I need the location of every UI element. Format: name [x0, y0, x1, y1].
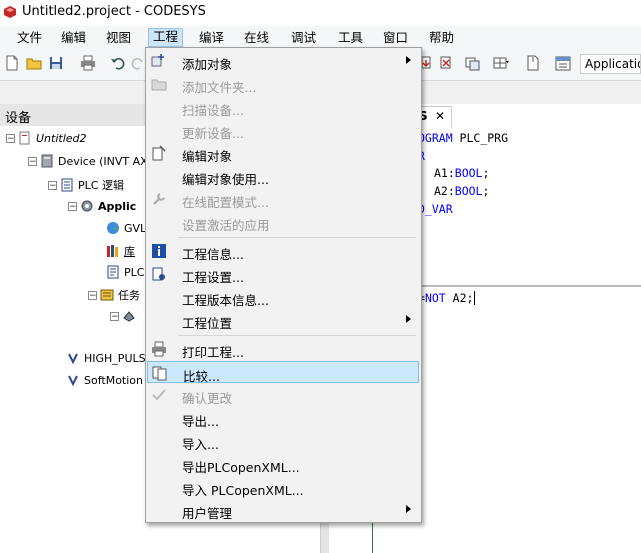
menu-build[interactable]: 编译 [195, 29, 228, 46]
tree-node-device[interactable]: − Device (INVT AX [28, 154, 148, 168]
new-file-icon[interactable] [4, 55, 20, 71]
submenu-arrow-icon [406, 56, 411, 64]
menu-item-scan-devices[interactable]: 扫描设备... [147, 96, 419, 118]
tree-node-high-pulse[interactable]: HIGH_PULS [66, 351, 146, 365]
application-gear-icon [81, 200, 93, 212]
menu-item-export[interactable]: 导出... [147, 407, 419, 429]
tree-node-gvl[interactable]: GVL [106, 221, 146, 235]
menu-tools[interactable]: 工具 [334, 29, 367, 46]
menu-view[interactable]: 视图 [102, 29, 135, 46]
menu-item-edit-object-with[interactable]: 编辑对象使用... [147, 165, 419, 187]
menu-item-add-object[interactable]: 添加对象 [147, 50, 419, 72]
project-menu-dropdown: 添加对象 添加文件夹... 扫描设备... 更新设备... 编辑对象 编辑对象使… [145, 47, 422, 523]
menu-item-compare[interactable]: 比较... [147, 361, 419, 384]
confirm-check-icon [152, 389, 166, 401]
menu-item-import[interactable]: 导入... [147, 430, 419, 452]
menu-item-export-plcopenxml[interactable]: 导出PLCopenXML... [147, 453, 419, 475]
wrench-icon [153, 193, 165, 205]
tree-node-plc-logic[interactable]: − PLC 逻辑 [48, 177, 124, 193]
window-title: Untitled2.project - CODESYS [22, 4, 206, 19]
folder-icon [151, 79, 167, 91]
task-config-icon [100, 289, 114, 301]
menu-item-project-settings[interactable]: 工程设置... [147, 263, 419, 285]
codesys-logo-icon [4, 6, 16, 18]
device-icon [41, 154, 53, 168]
settings-document-icon [152, 267, 165, 281]
menu-item-confirm-changes[interactable]: 确认更改 [147, 384, 419, 406]
plc-logic-icon [61, 178, 73, 192]
edit-object-icon [152, 145, 166, 161]
menu-bar: 文件 编辑 视图 工程 编译 在线 调试 工具 窗口 帮助 [0, 26, 641, 48]
task-icon [123, 311, 135, 322]
code-line-a2: A2:BOOL; [434, 184, 490, 198]
reset-icon[interactable] [438, 55, 454, 71]
tree-node-library[interactable]: 库 [106, 243, 135, 259]
menu-window[interactable]: 窗口 [379, 29, 412, 46]
tree-node-plc-prg[interactable]: PLC [106, 265, 144, 279]
menu-debug[interactable]: 调试 [287, 29, 320, 46]
collapse-icon[interactable]: − [110, 311, 119, 321]
device-panel-title: 设备 [5, 111, 32, 126]
open-folder-icon[interactable] [26, 55, 42, 71]
copy-window-icon[interactable] [465, 55, 481, 71]
pou-document-icon [107, 265, 119, 279]
active-application-combo[interactable]: Applicatio [580, 54, 641, 74]
tree-node-softmotion[interactable]: SoftMotion [66, 373, 143, 387]
title-bar: Untitled2.project - CODESYS [0, 0, 641, 26]
globe-icon [107, 222, 119, 234]
menu-item-project-version[interactable]: 工程版本信息... [147, 286, 419, 308]
menu-item-import-plcopenxml[interactable]: 导入 PLCopenXML... [147, 476, 419, 498]
submenu-arrow-icon [406, 505, 411, 513]
collapse-icon[interactable]: − [48, 180, 57, 190]
undo-icon[interactable] [110, 55, 126, 71]
menu-help[interactable]: 帮助 [425, 29, 458, 46]
softmotion-icon [68, 375, 78, 387]
library-books-icon [107, 245, 118, 257]
code-line-a1: A1:BOOL; [434, 166, 490, 180]
save-icon[interactable] [48, 55, 64, 71]
print-icon [152, 341, 166, 357]
menu-item-update-device[interactable]: 更新设备... [147, 119, 419, 141]
info-icon [152, 244, 166, 258]
collapse-icon[interactable]: − [88, 290, 97, 300]
page-icon[interactable] [525, 55, 541, 71]
menu-separator [178, 335, 416, 336]
submenu-arrow-icon [406, 315, 411, 323]
project-icon [19, 131, 30, 145]
menu-edit[interactable]: 编辑 [57, 29, 90, 46]
add-object-icon [151, 54, 164, 67]
collapse-icon[interactable]: − [6, 133, 15, 143]
close-tab-icon[interactable]: ✕ [435, 109, 445, 123]
menu-item-project-info[interactable]: 工程信息... [147, 240, 419, 262]
tree-node-project[interactable]: − Untitled2 [6, 131, 87, 145]
code-line-program: OGRAM PLC_PRG [418, 131, 509, 145]
tree-node-task-config[interactable]: − 任务 [88, 287, 140, 303]
menu-online[interactable]: 在线 [240, 29, 273, 46]
code-line-end-var: D_VAR [418, 202, 453, 216]
collapse-icon[interactable]: − [28, 156, 37, 166]
collapse-icon[interactable]: − [68, 201, 77, 211]
redo-icon[interactable] [130, 55, 146, 71]
menu-item-set-active-app[interactable]: 设置激活的应用 [147, 211, 419, 233]
compare-icon [152, 366, 167, 381]
menu-item-project-location[interactable]: 工程位置 [147, 309, 419, 331]
tree-node-application[interactable]: − Applic [68, 199, 136, 213]
calendar-icon[interactable] [555, 55, 571, 71]
menu-item-online-config-mode[interactable]: 在线配置模式... [147, 188, 419, 210]
menu-separator [178, 237, 416, 238]
menu-item-edit-object[interactable]: 编辑对象 [147, 142, 419, 164]
menu-file[interactable]: 文件 [13, 29, 46, 46]
menu-item-user-management[interactable]: 用户管理 [147, 499, 419, 521]
tree-node-task[interactable]: − [110, 309, 140, 323]
code-line-body: =NOT A2; [418, 291, 476, 305]
menu-item-print-project[interactable]: 打印工程... [147, 338, 419, 360]
print-icon[interactable] [80, 55, 96, 71]
menu-item-add-folder[interactable]: 添加文件夹... [147, 73, 419, 95]
axis-icon [68, 353, 78, 365]
menu-project[interactable]: 工程 [148, 28, 184, 47]
grid-dropdown-icon[interactable] [493, 55, 509, 71]
